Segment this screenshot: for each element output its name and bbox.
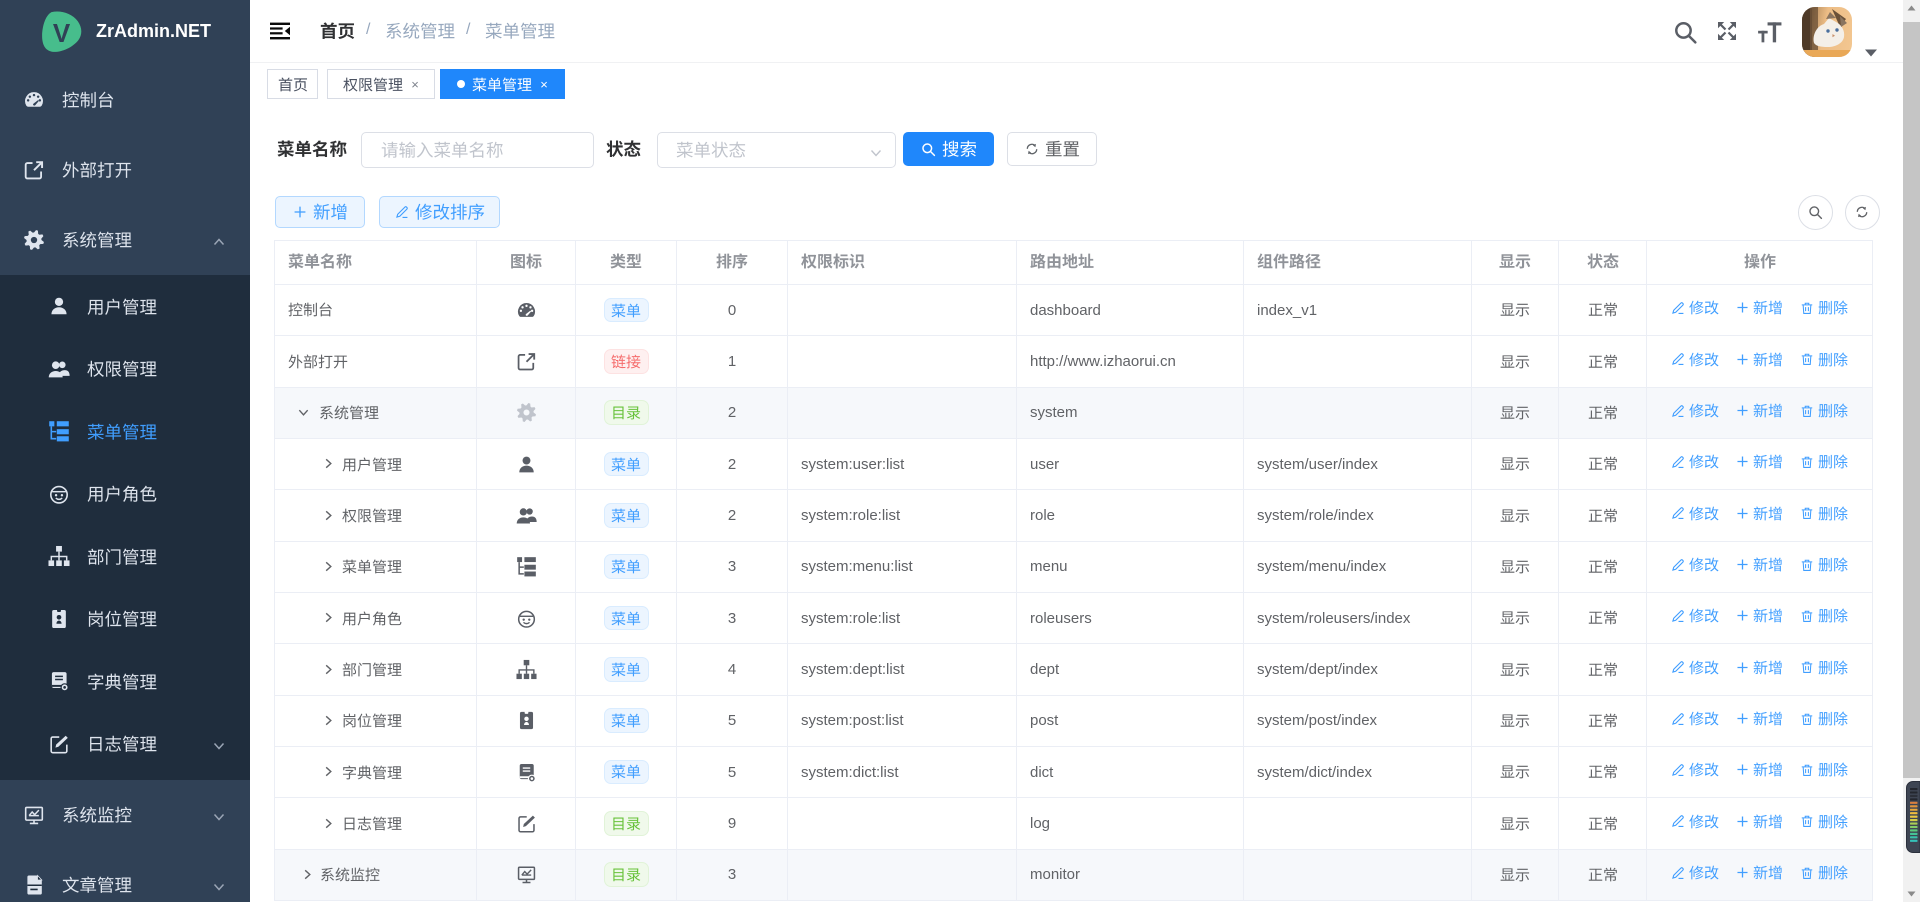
svg-text:V: V (53, 18, 71, 48)
